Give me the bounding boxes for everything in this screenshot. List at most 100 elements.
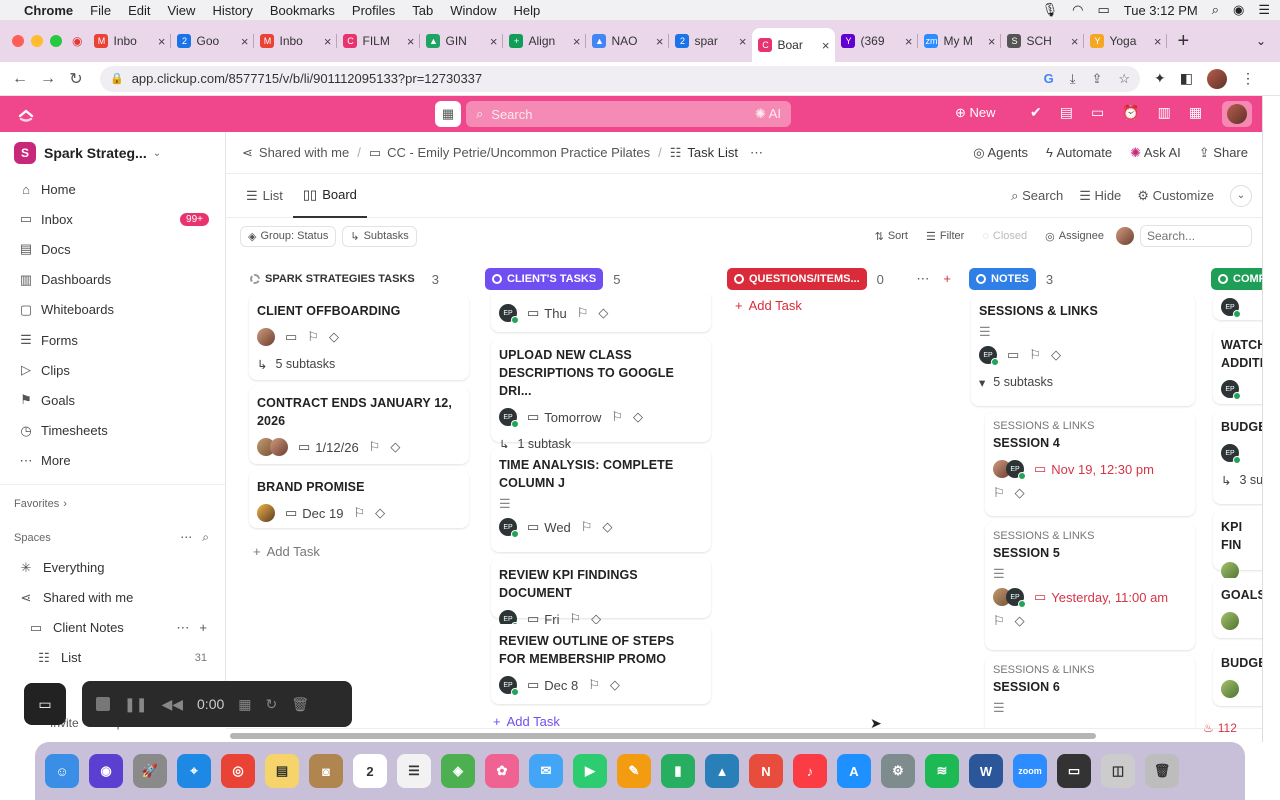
spotlight-icon[interactable]: ⌕ bbox=[1212, 2, 1219, 18]
subtask-card[interactable]: SESSIONS & LINKS SESSION 6 ☰ bbox=[985, 656, 1195, 728]
global-search-bar[interactable]: ⌕ Search ✺ AI bbox=[466, 101, 791, 127]
spaces-search-icon[interactable]: ⌕ bbox=[202, 530, 209, 545]
due-date[interactable]: ▭ Nov 19, 12:30 pm bbox=[1034, 461, 1154, 477]
dock-music-icon[interactable]: ♪ bbox=[793, 754, 827, 788]
siri-icon[interactable]: ◉ bbox=[1233, 2, 1244, 18]
subtasks-toggle[interactable]: ▾ 5 subtasks bbox=[979, 372, 1187, 392]
close-window-button[interactable] bbox=[12, 35, 24, 47]
dock-numbers-icon[interactable]: ▮ bbox=[661, 754, 695, 788]
pause-icon[interactable]: ❚❚ bbox=[124, 696, 147, 713]
assignee-avatar[interactable] bbox=[1221, 612, 1239, 630]
column-add-icon[interactable]: + bbox=[943, 271, 951, 287]
dock-calendar-icon[interactable]: 2 bbox=[353, 754, 387, 788]
stop-recording-button[interactable] bbox=[96, 697, 110, 711]
favorites-section[interactable]: Favorites › bbox=[0, 489, 225, 519]
sidebar-item-whiteboards[interactable]: ▢ Whiteboards bbox=[0, 295, 225, 325]
close-tab-icon[interactable]: × bbox=[1071, 34, 1079, 49]
dock-notes-icon[interactable]: ▤ bbox=[265, 754, 299, 788]
assignee-avatar[interactable]: EP bbox=[1221, 298, 1241, 318]
spaces-more-icon[interactable]: ⋯ bbox=[180, 530, 192, 545]
assignee-avatar[interactable]: EP bbox=[1221, 380, 1241, 400]
alarm-clock-icon[interactable]: ⏰ bbox=[1122, 104, 1139, 121]
browser-tab[interactable]: 2 spar × bbox=[669, 26, 752, 56]
restart-icon[interactable]: ↻ bbox=[266, 696, 278, 713]
tag-icon[interactable]: ◇ bbox=[602, 519, 612, 535]
flag-icon[interactable]: ⚐ bbox=[611, 409, 623, 425]
minimize-window-button[interactable] bbox=[31, 35, 43, 47]
browser-tab[interactable]: S SCH × bbox=[1001, 26, 1085, 56]
menu-tab[interactable]: Tab bbox=[412, 3, 433, 18]
flag-icon[interactable]: ⚐ bbox=[581, 519, 593, 535]
menu-profiles[interactable]: Profiles bbox=[352, 3, 395, 18]
browser-tab[interactable]: M Inbo × bbox=[88, 26, 172, 56]
dock-news-icon[interactable]: N bbox=[749, 754, 783, 788]
sidebar-item-more[interactable]: ⋯ More bbox=[0, 446, 225, 476]
dock-chrome-icon[interactable]: ◎ bbox=[221, 754, 255, 788]
calendar-icon[interactable]: ▭ bbox=[1007, 347, 1019, 363]
dock-trash-icon[interactable]: 🗑 bbox=[1145, 754, 1179, 788]
share-page-icon[interactable]: ⇪ bbox=[1091, 71, 1102, 87]
breadcrumb-shared[interactable]: Shared with me bbox=[259, 145, 349, 160]
task-card[interactable]: KPI FIN bbox=[1213, 510, 1262, 580]
task-card[interactable]: BUDGE EP ↳ 3 su bbox=[1213, 410, 1262, 504]
assignee-avatar[interactable]: EP bbox=[1006, 460, 1026, 480]
reload-button[interactable]: ↻ bbox=[62, 69, 90, 89]
assignee-avatar[interactable] bbox=[270, 438, 288, 456]
notepad-icon[interactable]: ▤ bbox=[1060, 104, 1073, 121]
tab-search-chevron-icon[interactable]: ⌄ bbox=[1256, 34, 1266, 48]
close-tab-icon[interactable]: × bbox=[1154, 34, 1162, 49]
close-tab-icon[interactable]: × bbox=[241, 34, 249, 49]
sort-button[interactable]: ⇅ Sort bbox=[869, 227, 914, 246]
tag-icon[interactable]: ◇ bbox=[1015, 613, 1025, 629]
tag-icon[interactable]: ◇ bbox=[329, 329, 339, 345]
new-tab-button[interactable]: + bbox=[1177, 30, 1189, 53]
close-tab-icon[interactable]: × bbox=[905, 34, 913, 49]
dock-keynote-icon[interactable]: ▲ bbox=[705, 754, 739, 788]
due-date[interactable]: ▭ Thu bbox=[527, 305, 567, 321]
folder-more-icon[interactable]: ⋯ bbox=[176, 620, 189, 636]
folder-actions[interactable]: ⋯ + bbox=[176, 620, 207, 636]
calendar-icon[interactable]: ▦ bbox=[435, 101, 461, 127]
check-circle-icon[interactable]: ✔ bbox=[1030, 104, 1042, 121]
task-card[interactable]: BRAND PROMISE ▭ Dec 19 ⚐ ◇ bbox=[249, 470, 469, 528]
clickup-logo-icon[interactable] bbox=[18, 106, 34, 122]
subtask-card[interactable]: SESSIONS & LINKS SESSION 4 EP ▭ Nov 19, 12… bbox=[985, 412, 1195, 516]
notification-count-badge[interactable]: ♨ 112 bbox=[1203, 721, 1237, 735]
microphone-icon[interactable]: 🎙 bbox=[1042, 2, 1059, 18]
assignee-avatar[interactable]: EP bbox=[499, 676, 519, 696]
menu-history[interactable]: History bbox=[212, 3, 252, 18]
sidebar-item-list[interactable]: ☷ List 31 bbox=[0, 643, 225, 673]
new-button[interactable]: ⊕ New bbox=[955, 105, 996, 121]
horizontal-scrollbar[interactable] bbox=[226, 728, 1262, 742]
assignee-avatar[interactable] bbox=[257, 328, 275, 346]
trash-icon[interactable]: 🗑 bbox=[291, 696, 309, 713]
due-date[interactable]: ▭ Dec 19 bbox=[285, 505, 344, 521]
column-more-icon[interactable]: ⋯ bbox=[916, 271, 929, 287]
browser-tab[interactable]: ▲ GIN × bbox=[420, 26, 504, 56]
tab-list[interactable]: ☰ List bbox=[236, 174, 293, 218]
control-center-icon[interactable]: ☰ bbox=[1258, 2, 1270, 18]
user-profile-menu[interactable] bbox=[1222, 101, 1252, 127]
calendar-icon[interactable]: ▭ bbox=[285, 329, 297, 345]
tag-icon[interactable]: ◇ bbox=[390, 439, 400, 455]
close-tab-icon[interactable]: × bbox=[656, 34, 664, 49]
task-card[interactable]: EP bbox=[1213, 294, 1262, 320]
chrome-menu-icon[interactable]: ⋮ bbox=[1241, 70, 1255, 87]
dock-launchpad-icon[interactable]: 🚀 bbox=[133, 754, 167, 788]
due-date[interactable]: ▭ Tomorrow bbox=[527, 409, 601, 425]
dock-photos-icon[interactable]: ✿ bbox=[485, 754, 519, 788]
subtasks-chip[interactable]: ↳ Subtasks bbox=[342, 225, 417, 247]
browser-tab[interactable]: ▲ NAO × bbox=[586, 26, 670, 56]
zoom-window-button[interactable] bbox=[50, 35, 62, 47]
dock-pages-icon[interactable]: ✎ bbox=[617, 754, 651, 788]
flag-icon[interactable]: ⚐ bbox=[993, 485, 1005, 501]
menu-help[interactable]: Help bbox=[514, 3, 541, 18]
subtasks-toggle[interactable]: ↳ 5 subtasks bbox=[257, 354, 461, 374]
assignee-avatars[interactable]: EP bbox=[993, 460, 1026, 480]
column-status-pill[interactable]: NOTES bbox=[969, 268, 1036, 290]
assignee-avatar[interactable]: EP bbox=[499, 518, 519, 538]
flag-icon[interactable]: ⚐ bbox=[1029, 347, 1041, 363]
task-card[interactable]: EP ▭ Thu ⚐ ◇ bbox=[491, 294, 711, 332]
assignee-avatars[interactable] bbox=[257, 438, 288, 456]
sidebar-item-clips[interactable]: ▷ Clips bbox=[0, 355, 225, 385]
